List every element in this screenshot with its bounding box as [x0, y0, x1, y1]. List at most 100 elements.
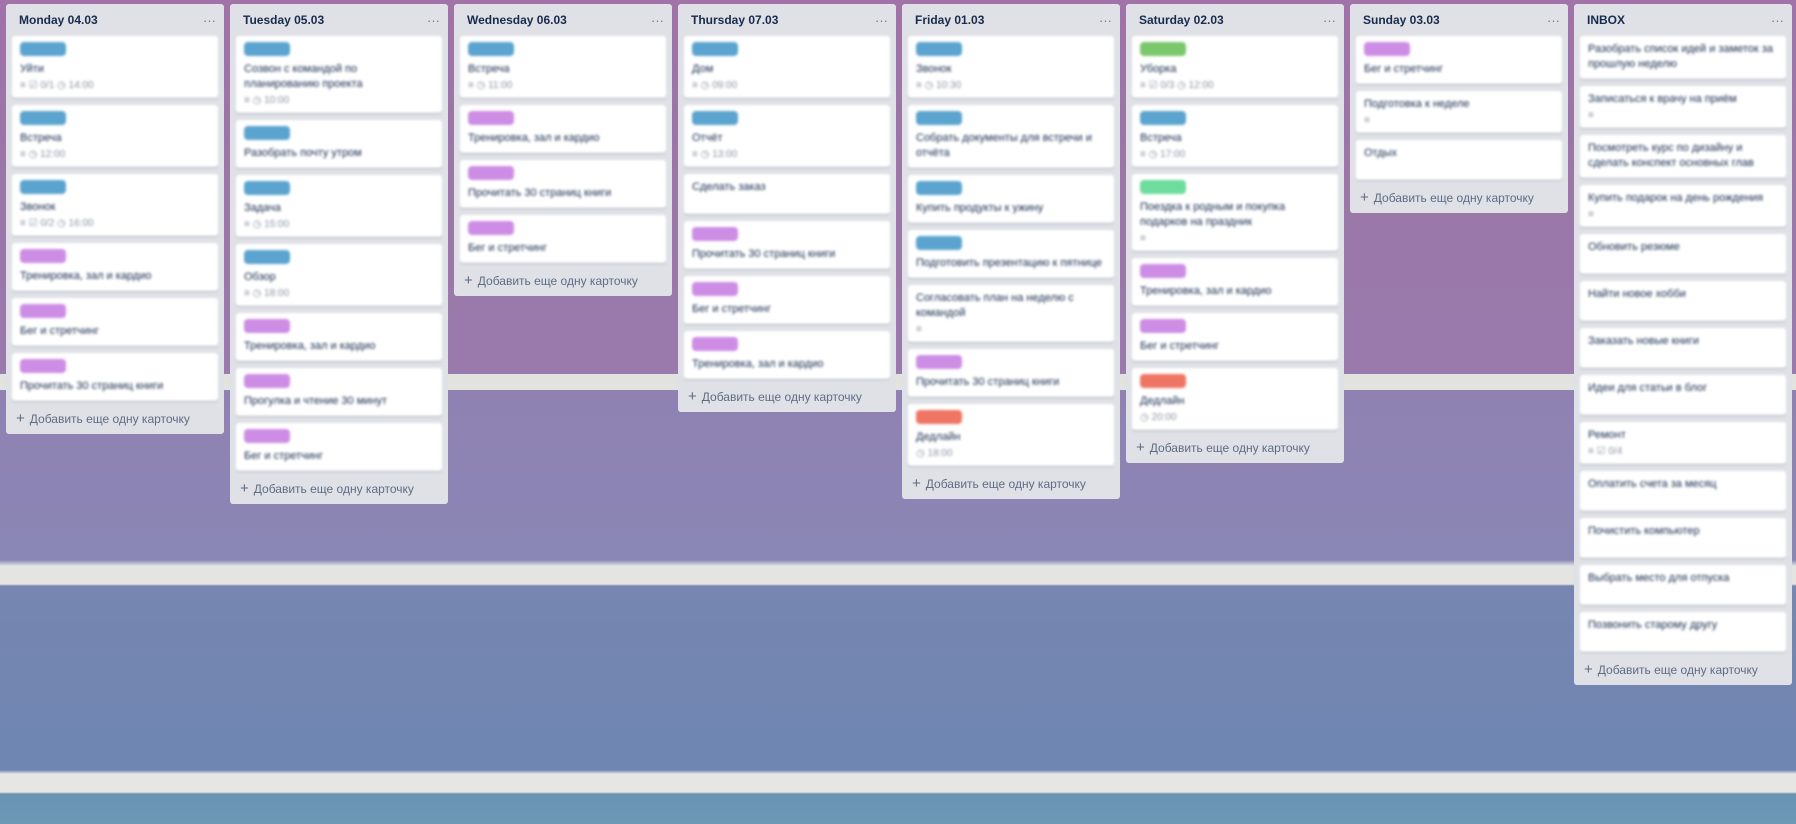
- card[interactable]: Встреча ≡ ◷ 17:00: [1132, 105, 1338, 167]
- card-label[interactable]: [916, 355, 962, 369]
- card-label[interactable]: [1140, 180, 1186, 194]
- card-label[interactable]: [20, 304, 66, 318]
- list-title[interactable]: Wednesday 06.03: [467, 13, 567, 27]
- card-label[interactable]: [1140, 374, 1186, 388]
- card-label[interactable]: [916, 181, 962, 195]
- list-menu-icon[interactable]: ···: [1099, 14, 1112, 27]
- list-title[interactable]: INBOX: [1587, 13, 1625, 27]
- card[interactable]: Уборка ≡ ☑ 0/3 ◷ 12:00: [1132, 36, 1338, 98]
- card-label[interactable]: [468, 111, 514, 125]
- card[interactable]: Обзор ≡ ◷ 18:00: [236, 244, 442, 306]
- list-title[interactable]: Friday 01.03: [915, 13, 984, 27]
- card[interactable]: Прочитать 30 страниц книги: [460, 160, 666, 208]
- list-title[interactable]: Saturday 02.03: [1139, 13, 1224, 27]
- card[interactable]: Записаться к врачу на приём ≡: [1580, 86, 1786, 128]
- card-label[interactable]: [916, 410, 962, 424]
- list-title[interactable]: Sunday 03.03: [1363, 13, 1440, 27]
- card[interactable]: Собрать документы для встречи и отчёта: [908, 105, 1114, 168]
- card-label[interactable]: [692, 282, 738, 296]
- card-label[interactable]: [916, 111, 962, 125]
- card-label[interactable]: [916, 42, 962, 56]
- card[interactable]: Разобрать почту утром: [236, 120, 442, 168]
- card[interactable]: Сделать заказ: [684, 174, 890, 214]
- card-label[interactable]: [244, 126, 290, 140]
- card-label[interactable]: [692, 337, 738, 351]
- card-label[interactable]: [244, 181, 290, 195]
- list-menu-icon[interactable]: ···: [875, 14, 888, 27]
- card-label[interactable]: [468, 221, 514, 235]
- card-label[interactable]: [20, 359, 66, 373]
- add-card-button[interactable]: + Добавить еще одну карточку: [1580, 652, 1786, 679]
- add-card-button[interactable]: + Добавить еще одну карточку: [908, 466, 1114, 493]
- card[interactable]: Созвон с командой по планированию проект…: [236, 36, 442, 113]
- card[interactable]: Встреча ≡ ◷ 11:00: [460, 36, 666, 98]
- card[interactable]: Бег и стретчинг: [1356, 36, 1562, 84]
- card[interactable]: Выбрать место для отпуска: [1580, 565, 1786, 605]
- list-title[interactable]: Monday 04.03: [19, 13, 98, 27]
- card[interactable]: Ремонт ≡ ☑ 0/4: [1580, 422, 1786, 464]
- list-menu-icon[interactable]: ···: [1547, 14, 1560, 27]
- card-label[interactable]: [244, 250, 290, 264]
- add-card-button[interactable]: + Добавить еще одну карточку: [1132, 430, 1338, 457]
- card-label[interactable]: [692, 42, 738, 56]
- list-menu-icon[interactable]: ···: [203, 14, 216, 27]
- card[interactable]: Бег и стретчинг: [236, 423, 442, 471]
- card[interactable]: Прогулка и чтение 30 минут: [236, 368, 442, 416]
- list-title[interactable]: Thursday 07.03: [691, 13, 778, 27]
- card-label[interactable]: [244, 319, 290, 333]
- card[interactable]: Оплатить счета за месяц: [1580, 471, 1786, 511]
- card[interactable]: Купить продукты к ужину: [908, 175, 1114, 223]
- card-label[interactable]: [1140, 42, 1186, 56]
- card[interactable]: Заказать новые книги: [1580, 328, 1786, 368]
- card[interactable]: Отдых: [1356, 140, 1562, 180]
- card-label[interactable]: [916, 236, 962, 250]
- card-label[interactable]: [1140, 111, 1186, 125]
- card[interactable]: Бег и стретчинг: [460, 215, 666, 263]
- card[interactable]: Прочитать 30 страниц книги: [12, 353, 218, 401]
- card[interactable]: Бег и стретчинг: [684, 276, 890, 324]
- card-label[interactable]: [244, 429, 290, 443]
- card-label[interactable]: [1140, 264, 1186, 278]
- add-card-button[interactable]: + Добавить еще одну карточку: [1356, 180, 1562, 207]
- add-card-button[interactable]: + Добавить еще одну карточку: [460, 263, 666, 290]
- card[interactable]: Прочитать 30 страниц книги: [908, 349, 1114, 397]
- list-menu-icon[interactable]: ···: [1771, 14, 1784, 27]
- card[interactable]: Найти новое хобби: [1580, 281, 1786, 321]
- card[interactable]: Идеи для статьи в блог: [1580, 375, 1786, 415]
- card[interactable]: Тренировка, зал и кардио: [1132, 258, 1338, 306]
- card[interactable]: Согласовать план на неделю с командой ≡: [908, 285, 1114, 342]
- card[interactable]: Тренировка, зал и кардио: [684, 331, 890, 379]
- card[interactable]: Купить подарок на день рождения ≡: [1580, 185, 1786, 227]
- card[interactable]: Подготовить презентацию к пятнице: [908, 230, 1114, 278]
- card-label[interactable]: [1364, 42, 1410, 56]
- card[interactable]: Звонок ≡ ◷ 10:30: [908, 36, 1114, 98]
- card-label[interactable]: [692, 111, 738, 125]
- card-label[interactable]: [20, 111, 66, 125]
- card[interactable]: Встреча ≡ ◷ 12:00: [12, 105, 218, 167]
- card-label[interactable]: [692, 227, 738, 241]
- add-card-button[interactable]: + Добавить еще одну карточку: [236, 471, 442, 498]
- card[interactable]: Прочитать 30 страниц книги: [684, 221, 890, 269]
- card-label[interactable]: [468, 166, 514, 180]
- list-menu-icon[interactable]: ···: [427, 14, 440, 27]
- card-label[interactable]: [20, 180, 66, 194]
- card[interactable]: Бег и стретчинг: [12, 298, 218, 346]
- list-title[interactable]: Tuesday 05.03: [243, 13, 324, 27]
- card-label[interactable]: [20, 42, 66, 56]
- card[interactable]: Задача ≡ ◷ 15:00: [236, 175, 442, 237]
- card-label[interactable]: [244, 42, 290, 56]
- card[interactable]: Уйти ≡ ☑ 0/1 ◷ 14:00: [12, 36, 218, 98]
- card[interactable]: Дедлайн ◷ 18:00: [908, 404, 1114, 466]
- list-menu-icon[interactable]: ···: [1323, 14, 1336, 27]
- card[interactable]: Бег и стретчинг: [1132, 313, 1338, 361]
- card-label[interactable]: [20, 249, 66, 263]
- card[interactable]: Тренировка, зал и кардио: [460, 105, 666, 153]
- card-label[interactable]: [468, 42, 514, 56]
- card[interactable]: Посмотреть курс по дизайну и сделать кон…: [1580, 135, 1786, 178]
- add-card-button[interactable]: + Добавить еще одну карточку: [12, 401, 218, 428]
- card[interactable]: Тренировка, зал и кардио: [12, 243, 218, 291]
- card[interactable]: Позвонить старому другу: [1580, 612, 1786, 652]
- list-menu-icon[interactable]: ···: [651, 14, 664, 27]
- card[interactable]: Подготовка к неделе ≡: [1356, 91, 1562, 133]
- card[interactable]: Дом ≡ ◷ 09:00: [684, 36, 890, 98]
